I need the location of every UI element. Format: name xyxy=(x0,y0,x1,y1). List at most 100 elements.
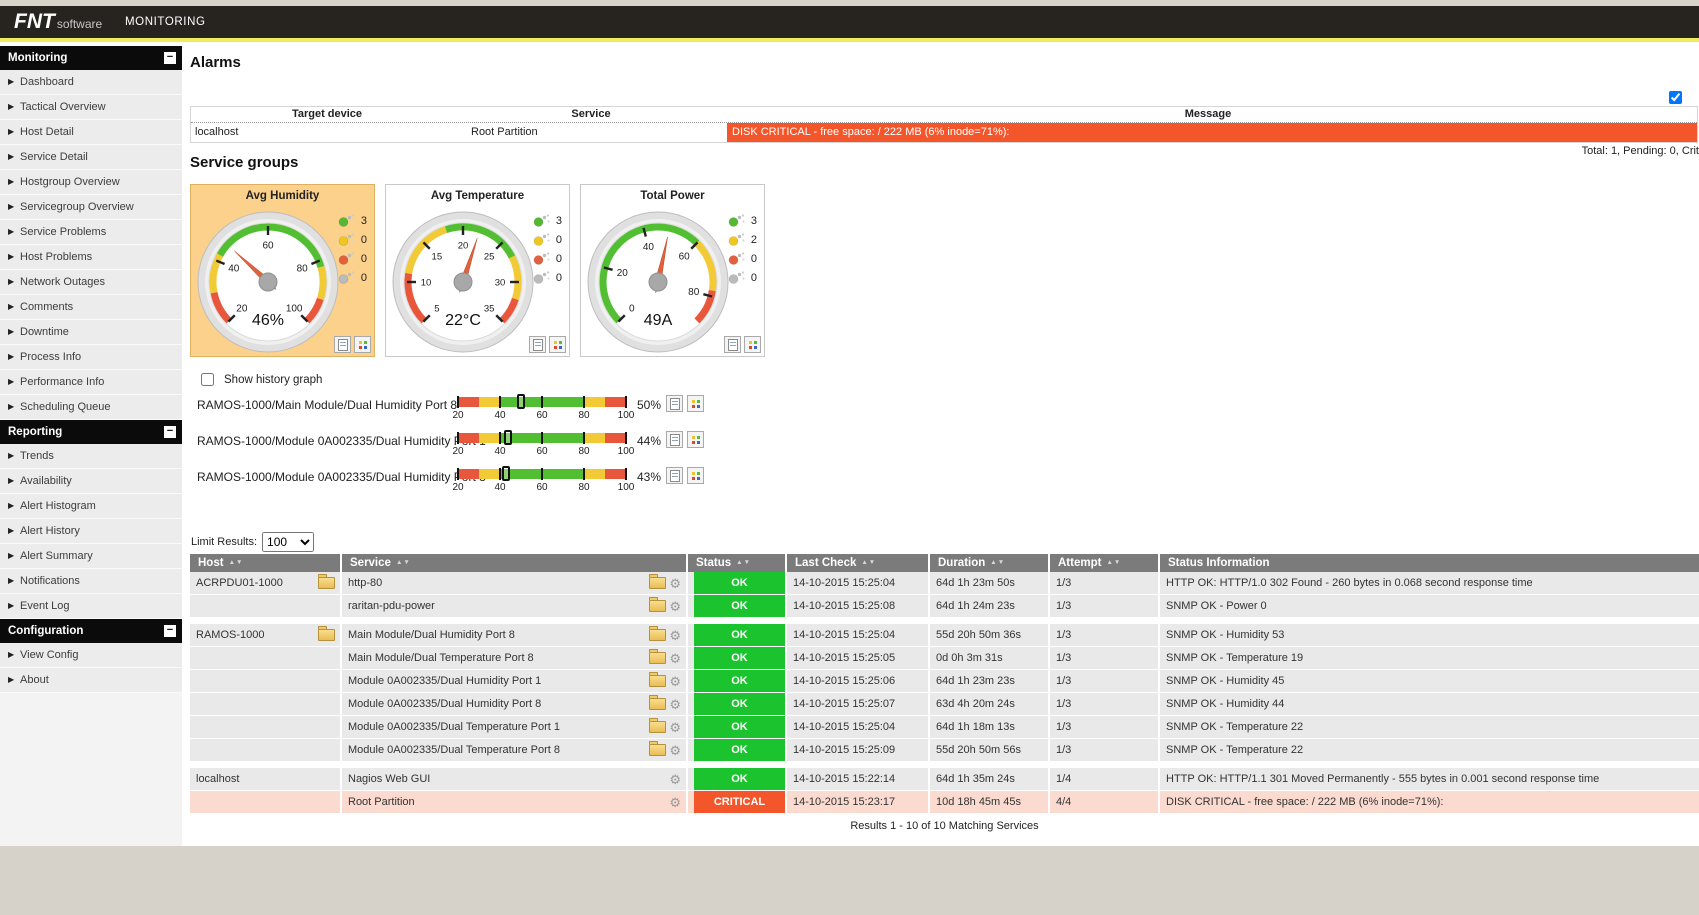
alarm-service[interactable]: Root Partition xyxy=(467,123,727,142)
sidebar-item-view-config[interactable]: ▶View Config xyxy=(0,643,182,668)
pixel-grid-icon[interactable] xyxy=(744,336,761,353)
document-icon[interactable] xyxy=(666,395,683,412)
pixel-grid-icon[interactable] xyxy=(687,467,704,484)
sidebar-item-process-info[interactable]: ▶Process Info xyxy=(0,345,182,370)
col-header-status-information[interactable]: Status Information xyxy=(1160,554,1699,572)
sidebar-item-alert-summary[interactable]: ▶Alert Summary xyxy=(0,544,182,569)
sidebar-item-servicegroup-overview[interactable]: ▶Servicegroup Overview xyxy=(0,195,182,220)
status-badge[interactable]: OK xyxy=(694,768,785,790)
limit-results-select[interactable]: 100 xyxy=(262,532,314,552)
sidebar-item-dashboard[interactable]: ▶Dashboard xyxy=(0,70,182,95)
sidebar-item-notifications[interactable]: ▶Notifications xyxy=(0,569,182,594)
collapse-icon[interactable]: − xyxy=(164,625,176,637)
pixel-grid-icon[interactable] xyxy=(687,395,704,412)
col-header-duration[interactable]: Duration▲▼ xyxy=(930,554,1050,572)
bar-value-marker[interactable] xyxy=(502,466,510,481)
service-name[interactable]: Module 0A002335/Dual Temperature Port 1 xyxy=(348,721,560,733)
status-badge[interactable]: OK xyxy=(694,647,785,669)
bar-value-marker[interactable] xyxy=(517,394,525,409)
sidebar-item-about[interactable]: ▶About xyxy=(0,668,182,693)
sidebar-item-availability[interactable]: ▶Availability xyxy=(0,469,182,494)
document-icon[interactable] xyxy=(666,467,683,484)
gear-icon[interactable]: ⚙ xyxy=(669,721,681,734)
col-header-host[interactable]: Host▲▼ xyxy=(190,554,342,572)
gear-icon[interactable]: ⚙ xyxy=(669,675,681,688)
sidebar-item-host-problems[interactable]: ▶Host Problems xyxy=(0,245,182,270)
nav-monitoring[interactable]: MONITORING xyxy=(125,16,206,28)
sort-icons[interactable]: ▲▼ xyxy=(229,559,244,566)
sidebar-item-performance-info[interactable]: ▶Performance Info xyxy=(0,370,182,395)
document-icon[interactable] xyxy=(666,431,683,448)
host-name[interactable]: localhost xyxy=(196,773,239,785)
status-badge[interactable]: OK xyxy=(694,716,785,738)
gear-icon[interactable]: ⚙ xyxy=(669,773,681,786)
sidebar-item-service-detail[interactable]: ▶Service Detail xyxy=(0,145,182,170)
gauge-card-avg-temperature[interactable]: Avg Temperature510152025303522°C3000 xyxy=(385,184,570,357)
service-name[interactable]: Module 0A002335/Dual Humidity Port 8 xyxy=(348,698,541,710)
status-badge[interactable]: CRITICAL xyxy=(694,791,785,813)
gear-icon[interactable]: ⚙ xyxy=(669,577,681,590)
folder-icon[interactable] xyxy=(318,577,335,589)
bar-value-marker[interactable] xyxy=(504,430,512,445)
col-header-status[interactable]: Status▲▼ xyxy=(688,554,787,572)
sidebar-item-alert-history[interactable]: ▶Alert History xyxy=(0,519,182,544)
show-history-checkbox[interactable] xyxy=(201,373,214,386)
folder-icon[interactable] xyxy=(649,698,666,710)
service-name[interactable]: Module 0A002335/Dual Humidity Port 1 xyxy=(348,675,541,687)
folder-icon[interactable] xyxy=(318,629,335,641)
col-header-service[interactable]: Service▲▼ xyxy=(342,554,688,572)
sidebar-item-network-outages[interactable]: ▶Network Outages xyxy=(0,270,182,295)
sort-icons[interactable]: ▲▼ xyxy=(396,559,411,566)
sort-icons[interactable]: ▲▼ xyxy=(861,559,876,566)
folder-icon[interactable] xyxy=(649,721,666,733)
col-header-last-check[interactable]: Last Check▲▼ xyxy=(787,554,930,572)
gauge-card-avg-humidity[interactable]: Avg Humidity2040608010046%3000 xyxy=(190,184,375,357)
sidebar-item-host-detail[interactable]: ▶Host Detail xyxy=(0,120,182,145)
gear-icon[interactable]: ⚙ xyxy=(669,796,681,809)
folder-icon[interactable] xyxy=(649,600,666,612)
status-badge[interactable]: OK xyxy=(694,670,785,692)
document-icon[interactable] xyxy=(334,336,351,353)
folder-icon[interactable] xyxy=(649,744,666,756)
folder-icon[interactable] xyxy=(649,652,666,664)
service-name[interactable]: Main Module/Dual Humidity Port 8 xyxy=(348,629,515,641)
service-name[interactable]: raritan-pdu-power xyxy=(348,600,435,612)
sort-icons[interactable]: ▲▼ xyxy=(1106,559,1121,566)
sidebar-item-event-log[interactable]: ▶Event Log xyxy=(0,594,182,619)
host-name[interactable]: ACRPDU01-1000 xyxy=(196,577,283,589)
folder-icon[interactable] xyxy=(649,675,666,687)
collapse-icon[interactable]: − xyxy=(164,52,176,64)
document-icon[interactable] xyxy=(529,336,546,353)
gear-icon[interactable]: ⚙ xyxy=(669,744,681,757)
status-badge[interactable]: OK xyxy=(694,693,785,715)
alarm-target-device[interactable]: localhost xyxy=(191,123,467,142)
document-icon[interactable] xyxy=(724,336,741,353)
alarm-filter-checkbox[interactable] xyxy=(1669,91,1682,104)
pixel-grid-icon[interactable] xyxy=(549,336,566,353)
sort-icons[interactable]: ▲▼ xyxy=(990,559,1005,566)
pixel-grid-icon[interactable] xyxy=(687,431,704,448)
sidebar-item-hostgroup-overview[interactable]: ▶Hostgroup Overview xyxy=(0,170,182,195)
folder-icon[interactable] xyxy=(649,577,666,589)
service-name[interactable]: Root Partition xyxy=(348,796,415,808)
gauge-card-total-power[interactable]: Total Power02040608049A3200 xyxy=(580,184,765,357)
sidebar-item-trends[interactable]: ▶Trends xyxy=(0,444,182,469)
collapse-icon[interactable]: − xyxy=(164,426,176,438)
status-badge[interactable]: OK xyxy=(694,739,785,761)
sidebar-item-comments[interactable]: ▶Comments xyxy=(0,295,182,320)
sidebar-item-service-problems[interactable]: ▶Service Problems xyxy=(0,220,182,245)
pixel-grid-icon[interactable] xyxy=(354,336,371,353)
status-badge[interactable]: OK xyxy=(694,572,785,594)
gear-icon[interactable]: ⚙ xyxy=(669,652,681,665)
sidebar-item-downtime[interactable]: ▶Downtime xyxy=(0,320,182,345)
status-badge[interactable]: OK xyxy=(694,624,785,646)
host-name[interactable]: RAMOS-1000 xyxy=(196,629,264,641)
service-name[interactable]: Main Module/Dual Temperature Port 8 xyxy=(348,652,534,664)
sort-icons[interactable]: ▲▼ xyxy=(736,559,751,566)
service-name[interactable]: Module 0A002335/Dual Temperature Port 8 xyxy=(348,744,560,756)
sidebar-item-scheduling-queue[interactable]: ▶Scheduling Queue xyxy=(0,395,182,420)
gear-icon[interactable]: ⚙ xyxy=(669,600,681,613)
sidebar-item-tactical-overview[interactable]: ▶Tactical Overview xyxy=(0,95,182,120)
gear-icon[interactable]: ⚙ xyxy=(669,698,681,711)
gear-icon[interactable]: ⚙ xyxy=(669,629,681,642)
